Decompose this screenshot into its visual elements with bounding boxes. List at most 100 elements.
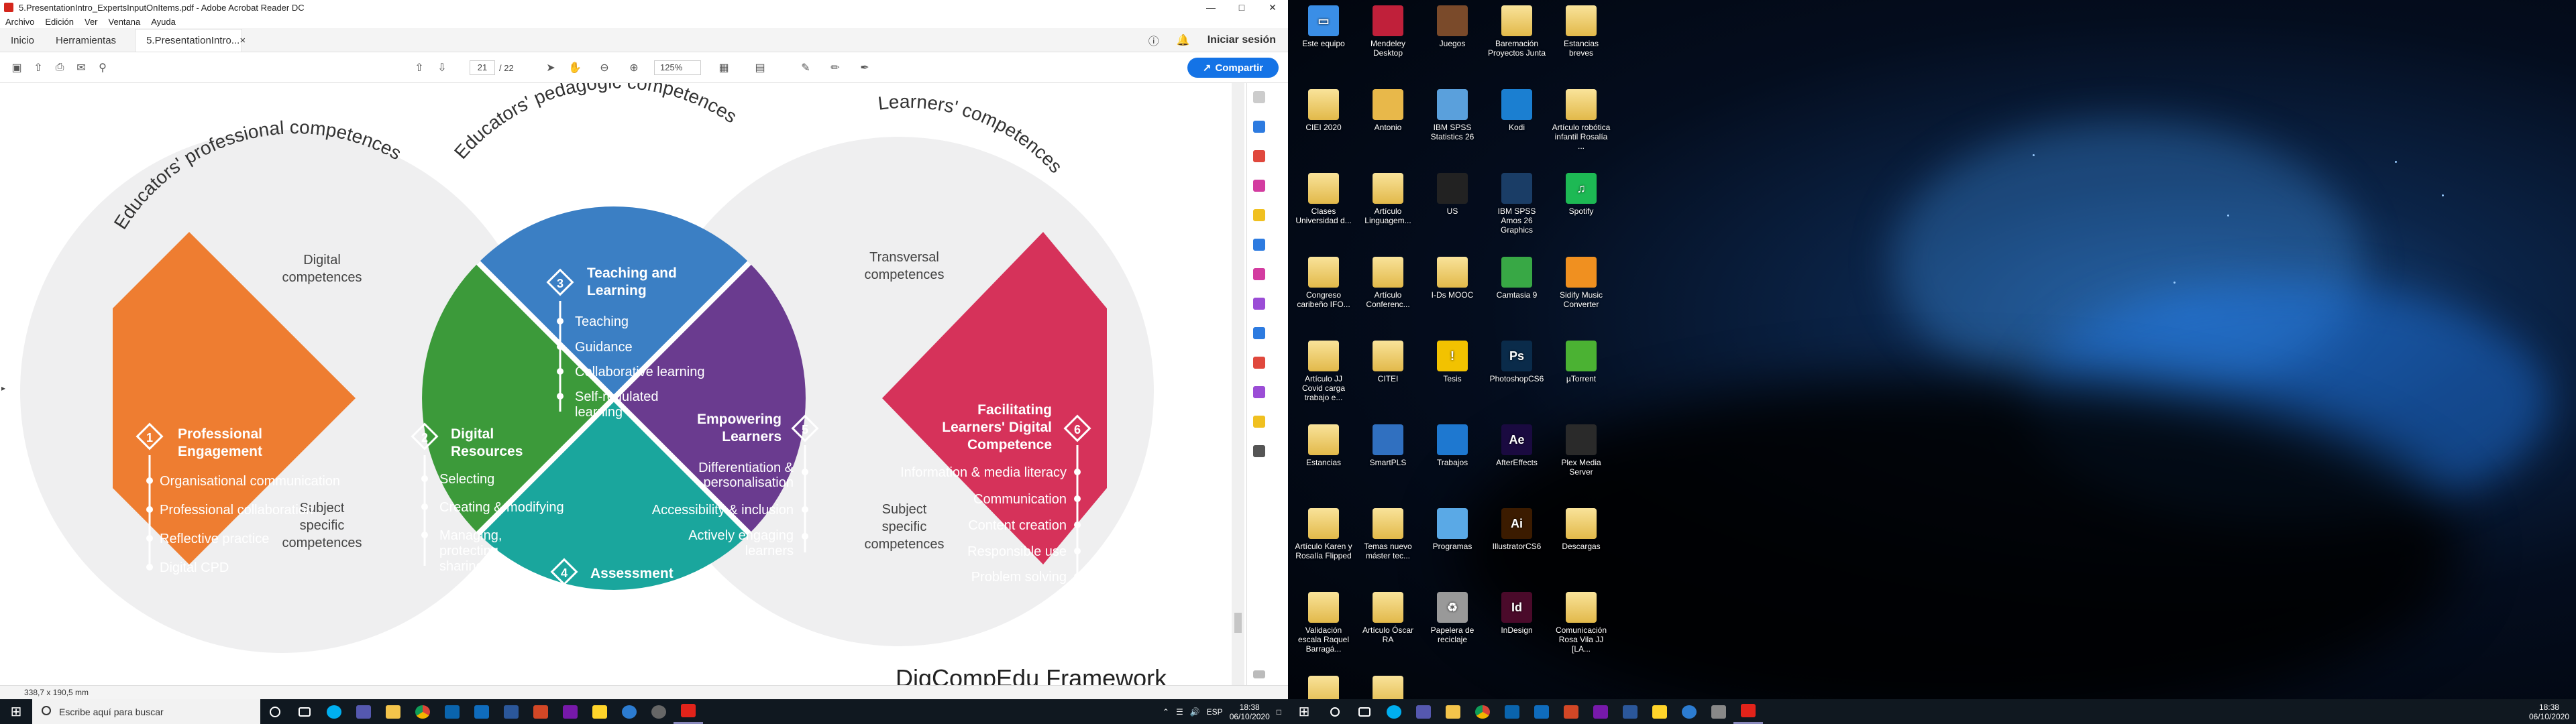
search-icon[interactable] [1320,699,1350,724]
menu-ver[interactable]: Ver [85,17,98,27]
task-view-icon[interactable] [1350,699,1379,724]
search-icon[interactable]: ⚲ [94,59,111,76]
document-view[interactable]: Educators' professional competences Educ… [0,83,1244,685]
desktop-icon-us[interactable]: US [1422,173,1483,216]
desktop-icon-ae[interactable]: Ae AfterEffects [1487,424,1547,467]
desktop-icon-folder[interactable]: Estancias breves [1551,5,1611,58]
volume-icon[interactable]: 🔊 [1190,707,1200,717]
wifi-icon[interactable]: ☰ [1176,707,1183,717]
desktop-icon-folder[interactable]: Comunicación Rosa Vila JJ [LA... [1551,592,1611,654]
desktop-icon-folder[interactable]: EDUTEC 2020 [1358,676,1418,699]
menu-ayuda[interactable]: Ayuda [151,17,176,27]
acrobat-taskbar-icon[interactable] [1733,699,1763,724]
task-view-icon[interactable] [290,699,319,724]
desktop-icon-spotify[interactable]: ♫ Spotify [1551,173,1611,216]
sticky-notes-icon[interactable] [1645,699,1674,724]
share-button[interactable]: ↗ Compartir [1187,58,1279,78]
desktop-icon-id[interactable]: Id InDesign [1487,592,1547,635]
clock-secondary[interactable]: 18:38 06/10/2020 [2529,703,2569,721]
outlook-icon[interactable] [467,699,496,724]
desktop-icon-amos[interactable]: IBM SPSS Amos 26 Graphics [1487,173,1547,235]
fill-sign-icon[interactable] [1253,298,1265,310]
zoom-tool-icon[interactable] [1253,91,1265,103]
organize-pages-icon[interactable] [1253,268,1265,280]
pane-collapse-icon[interactable] [1253,670,1265,678]
desktop-icon-programas[interactable]: Programas [1422,508,1483,551]
word-icon[interactable] [1615,699,1645,724]
sign-icon[interactable]: ✒ [856,59,873,76]
bell-icon[interactable]: 🔔 [1177,34,1190,47]
signin-button[interactable]: Iniciar sesión [1208,34,1276,46]
vertical-scrollbar[interactable] [1232,83,1244,685]
desktop-icon-ai[interactable]: Ai IllustratorCS6 [1487,508,1547,551]
desktop-icon-user[interactable]: Antonio [1358,89,1418,132]
language-indicator[interactable]: ESP [1207,707,1223,717]
desktop-icon-spss[interactable]: IBM SPSS Statistics 26 [1422,89,1483,141]
desktop-icon-warning[interactable]: ! Tesis [1422,341,1483,383]
powerpoint-icon[interactable] [526,699,555,724]
desktop-icon-folder[interactable]: Artículo JJ Covid carga trabajo e... [1293,341,1354,402]
protect-icon[interactable] [1253,327,1265,339]
desktop-icon-folder[interactable]: Artículo Óscar RA [1358,592,1418,644]
mail-app-icon[interactable] [1497,699,1527,724]
edge-icon[interactable] [614,699,644,724]
desktop-icon-folder[interactable]: Artículo Karen y Rosalía Flipped [1293,508,1354,560]
desktop-icon-games[interactable]: Juegos [1422,5,1483,48]
desktop-icon-folder[interactable]: Artículo Linguagem... [1358,173,1418,225]
send-sign-icon[interactable] [1253,386,1265,398]
desktop-icon-plex[interactable]: Plex Media Server [1551,424,1611,477]
desktop-icon-kodi[interactable]: Kodi [1487,89,1547,132]
skype-icon[interactable] [1379,699,1409,724]
clock[interactable]: 18:38 06/10/2020 [1230,703,1270,721]
highlight-icon[interactable]: ✏ [826,59,844,76]
more-tools-icon[interactable] [1253,445,1265,457]
tab-inicio[interactable]: Inicio [0,29,45,52]
mail-icon[interactable]: ✉ [72,59,90,76]
desktop-icon-folder[interactable]: Clases Universidad d... [1293,173,1354,225]
desktop[interactable]: ▭ Este equipo Mendeley Desktop Juegos Barema… [1288,0,2576,699]
desktop-icon-folder[interactable]: Descargas [1551,508,1611,551]
onenote-icon[interactable] [1586,699,1615,724]
desktop-icon-folder[interactable]: Animaciones Karen TIC [1293,676,1354,699]
zoom-out-icon[interactable]: ⊖ [596,59,613,76]
minimize-button[interactable]: — [1195,2,1226,13]
maximize-button[interactable]: □ [1226,2,1257,13]
create-pdf-tool-icon[interactable] [1253,150,1265,162]
measure-icon[interactable] [1253,416,1265,428]
file-explorer-icon[interactable] [1438,699,1468,724]
file-explorer-icon[interactable] [378,699,408,724]
scroll-mode-icon[interactable]: ▤ [751,59,769,76]
desktop-icon-folder[interactable]: Validación escala Raquel Barragá... [1293,592,1354,654]
export-pdf-icon[interactable] [1253,121,1265,133]
start-button[interactable]: ⊞ [0,699,32,724]
settings-icon[interactable] [644,699,674,724]
search-box[interactable]: Escribe aquí para buscar [32,699,260,724]
onenote-icon[interactable] [555,699,585,724]
print-icon[interactable]: ⎙ [51,59,68,76]
desktop-icon-torrent[interactable]: µTorrent [1551,341,1611,383]
compress-icon[interactable] [1253,357,1265,369]
desktop-icon-ps[interactable]: Ps PhotoshopCS6 [1487,341,1547,383]
desktop-icon-folder[interactable]: CIEI 2020 [1293,89,1354,132]
word-icon[interactable] [496,699,526,724]
skype-icon[interactable] [319,699,349,724]
close-button[interactable]: ✕ [1257,2,1288,13]
desktop-icon-smartpls[interactable]: SmartPLS [1358,424,1418,467]
tab-herramientas[interactable]: Herramientas [45,29,127,52]
desktop-icon-folder[interactable]: Congreso caribeño IFO... [1293,257,1354,309]
desktop-icon-trabajos[interactable]: Trabajos [1422,424,1483,467]
desktop-icon-camtasia[interactable]: Camtasia 9 [1487,257,1547,300]
menu-archivo[interactable]: Archivo [5,17,34,27]
acrobat-taskbar-icon[interactable] [674,699,703,724]
desktop-icon-folder[interactable]: Artículo Conferenc... [1358,257,1418,309]
acrobat-small-icon[interactable] [1556,699,1586,724]
notification-icon[interactable]: □ [1277,707,1281,717]
desktop-icon-mendeley[interactable]: Mendeley Desktop [1358,5,1418,58]
scroll-thumb[interactable] [1234,613,1242,633]
tray-expand-icon[interactable]: ⌃ [1163,707,1169,717]
sticky-notes-icon[interactable] [585,699,614,724]
edit-pdf-icon[interactable] [1253,180,1265,192]
zoom-select[interactable]: 125% [654,60,701,75]
prev-page-icon[interactable]: ⇧ [411,59,428,76]
fit-page-icon[interactable]: ▦ [715,59,733,76]
